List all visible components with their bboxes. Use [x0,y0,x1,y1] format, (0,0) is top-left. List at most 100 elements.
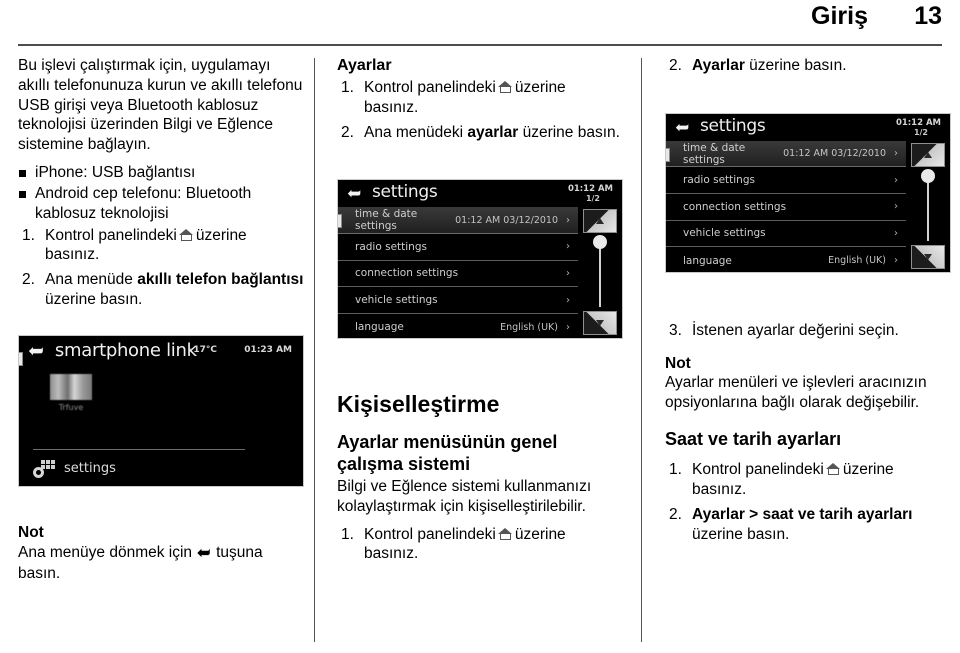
chevron-right-icon: › [566,294,570,306]
sub-title: Ayarlar menüsünün genel çalışma sistemi [337,432,558,475]
settings-button-label: settings [64,461,116,477]
clock-readout: 01:12 AM [567,184,613,195]
step-number: 2. [669,505,682,523]
right-step3-list: 3. İstenen ayarlar değerini seçin. [665,321,951,341]
step-text-bold: Ayarlar [692,57,745,74]
step-text-after: üzerine basın. [45,291,143,309]
row-label: time & date settings [355,208,418,233]
back-arrow-icon[interactable]: ➥ [347,184,361,204]
step-text-before: Kontrol panelindeki [45,226,177,244]
table-row[interactable]: radio settings › [338,234,578,261]
content-columns: Bu işlevi çalıştırmak için, uygulamayı a… [0,56,960,646]
screen-bezel-nub [666,147,670,162]
scroll-up-button[interactable] [911,142,945,167]
row-label: vehicle settings [683,227,766,240]
scroll-down-button[interactable] [911,244,945,269]
chapter-title: Kişiselleştirme [337,391,500,418]
temperature-readout: -17°C [189,344,217,355]
step-text-after: üzerine basın. [749,57,847,74]
table-row[interactable]: radio settings › [666,167,906,195]
home-icon [178,228,194,241]
list-item: 2. Ana menüde akıllı telefon bağlantısı ü… [18,270,304,310]
chevron-right-icon: › [894,255,898,266]
step-number: 3. [669,321,682,339]
back-arrow-icon[interactable]: ➥ [675,118,689,138]
table-row[interactable]: connection settings › [666,194,906,221]
step-text-after: üzerine basın. [522,123,620,141]
middle-column: Ayarlar 1. Kontrol panelindeki üzerine bas… [337,56,623,646]
settings-screen: ➥ settings 01:12 AM 1/2 time & date sett… [665,112,951,273]
table-row[interactable]: vehicle settings › [666,221,906,248]
sub-title: Saat ve tarih ayarları [665,429,842,450]
scrollbar[interactable] [578,207,622,338]
row-value: English (UK) [828,255,886,266]
note-label: Not [665,354,691,372]
scroll-up-button[interactable] [583,209,617,234]
app-tile[interactable]: Trfuve [50,373,92,412]
step-text-bold: ayarlar [467,123,519,141]
list-item: iPhone: USB bağlantısı [18,163,304,183]
list-item: 1. Kontrol panelindeki üzerine basınız. [665,460,951,500]
mid-final-step-list: 1. Kontrol panelindeki üzerine basınız. [337,525,623,565]
step-number: 2. [22,271,35,289]
right-column: 2. Ayarlar üzerine basın. ➥ settings 01:1… [665,56,951,646]
left-step-list: 1. Kontrol panelindeki üzerine basınız. 2.… [18,226,304,310]
row-value: 01:12 AM 03/12/2010 [455,214,558,226]
scroll-thumb[interactable] [921,168,935,183]
row-label: radio settings [355,240,427,253]
step-text-before: Kontrol panelindeki [692,461,824,479]
screen-bezel-nub [19,351,23,366]
step-number: 2. [669,57,682,74]
note-text: Ana menüye dönmek için ➥ tuşuna basın. [18,543,304,584]
note-label: Not [18,523,44,541]
back-arrow-icon: ➥ [197,544,211,562]
step-text-before: Kontrol panelindeki [364,525,496,543]
screen-title: smartphone link [54,340,197,362]
list-item: 1. Kontrol panelindeki üzerine basınız. [337,78,623,118]
row-label: connection settings [355,267,459,280]
page-indicator: 1/2 [913,127,928,137]
app-tile-thumbnail [50,373,92,400]
screen-separator [33,448,245,450]
step-number: 1. [341,79,354,96]
chevron-right-icon: › [566,267,570,279]
row-value: 01:12 AM 03/12/2010 [783,148,886,160]
list-item: 1. Kontrol panelindeki üzerine basınız. [337,525,623,565]
row-label: connection settings [683,200,787,213]
table-row[interactable]: time & date settings 01:12 AM 03/12/2010… [666,140,906,168]
row-label: time & date settings [683,141,746,166]
table-row[interactable]: time & date settings 01:12 AM 03/12/2010… [338,207,578,235]
step-text-bold: akıllı telefon bağlantısı [137,271,304,289]
row-value: English (UK) [500,321,558,333]
step-text-before: Ana menüdeki [364,123,464,141]
home-icon [825,463,841,476]
row-label: radio settings [683,174,755,187]
table-row[interactable]: language English (UK) › [338,314,578,339]
scroll-thumb[interactable] [593,235,607,250]
table-row[interactable]: connection settings › [338,261,578,288]
step-text-bold: Ayarlar > saat ve tarih ayarları [692,505,913,523]
scroll-down-button[interactable] [583,311,617,336]
page-title: Giriş [811,2,868,30]
table-row[interactable]: language English (UK) › [666,247,906,272]
screen-topbar: ➥ settings 01:12 AM 1/2 [338,180,622,207]
step-number: 2. [341,123,354,141]
step-number: 1. [669,461,682,479]
column-divider-2 [641,58,642,642]
screen-title: settings [700,115,766,136]
app-tile-label: Trfuve [58,402,84,412]
table-row[interactable]: vehicle settings › [338,287,578,314]
chevron-right-icon: › [894,148,898,160]
scrollbar[interactable] [906,141,950,272]
back-arrow-icon[interactable]: ➥ [28,340,44,362]
chevron-right-icon: › [894,201,898,213]
screen-topbar: ➥ settings 01:12 AM 1/2 [666,114,950,141]
list-item: 2. Ana menüdeki ayarlar üzerine basın. [337,123,623,143]
list-item: Android cep telefonu: Bluetooth kablosuz… [18,184,304,224]
row-label: vehicle settings [355,294,438,307]
settings-button[interactable]: settings [33,459,116,478]
screen-bezel-nub [338,214,342,229]
smartphone-link-screen: ➥ smartphone link -17°C 01:23 AM Trfuve [18,334,304,487]
page-number: 13 [914,2,942,30]
right-step-list: 1. Kontrol panelindeki üzerine basınız. 2.… [665,460,951,544]
